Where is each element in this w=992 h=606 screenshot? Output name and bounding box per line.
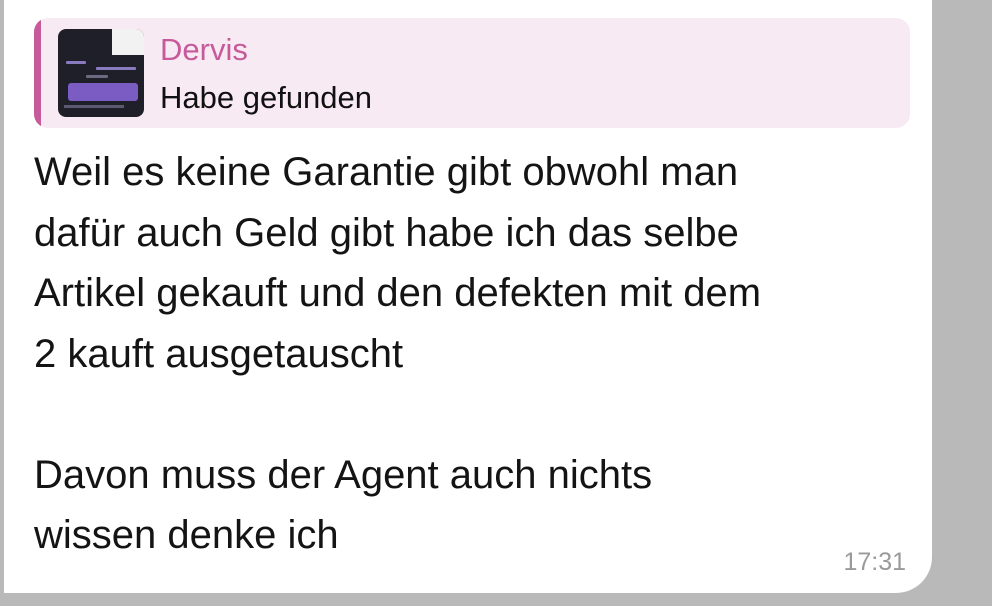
message-line: Davon muss der Agent auch nichts [34,452,653,497]
message-line: Weil es keine Garantie gibt obwohl man [34,150,739,194]
reply-sender-name: Dervis [160,32,248,67]
message-line: Artikel gekauft und den defekten mit dem [34,271,762,315]
message-line: dafür auch Geld gibt habe ich das selbe [34,210,739,255]
message-line: 2 kauft ausgetauscht [34,331,404,376]
message-bubble[interactable]: Dervis Habe gefunden Weil es keine Garan… [4,0,932,593]
message-timestamp: 17:31 [843,548,906,576]
quoted-reply[interactable]: Dervis Habe gefunden [34,18,910,128]
message-line: wissen denke ich [34,513,339,557]
reply-thumbnail-image[interactable] [58,29,144,117]
reply-accent-bar [34,18,41,128]
reply-preview-text: Habe gefunden [160,80,373,115]
message-text: Weil es keine Garantie gibt obwohl man d… [34,142,914,566]
